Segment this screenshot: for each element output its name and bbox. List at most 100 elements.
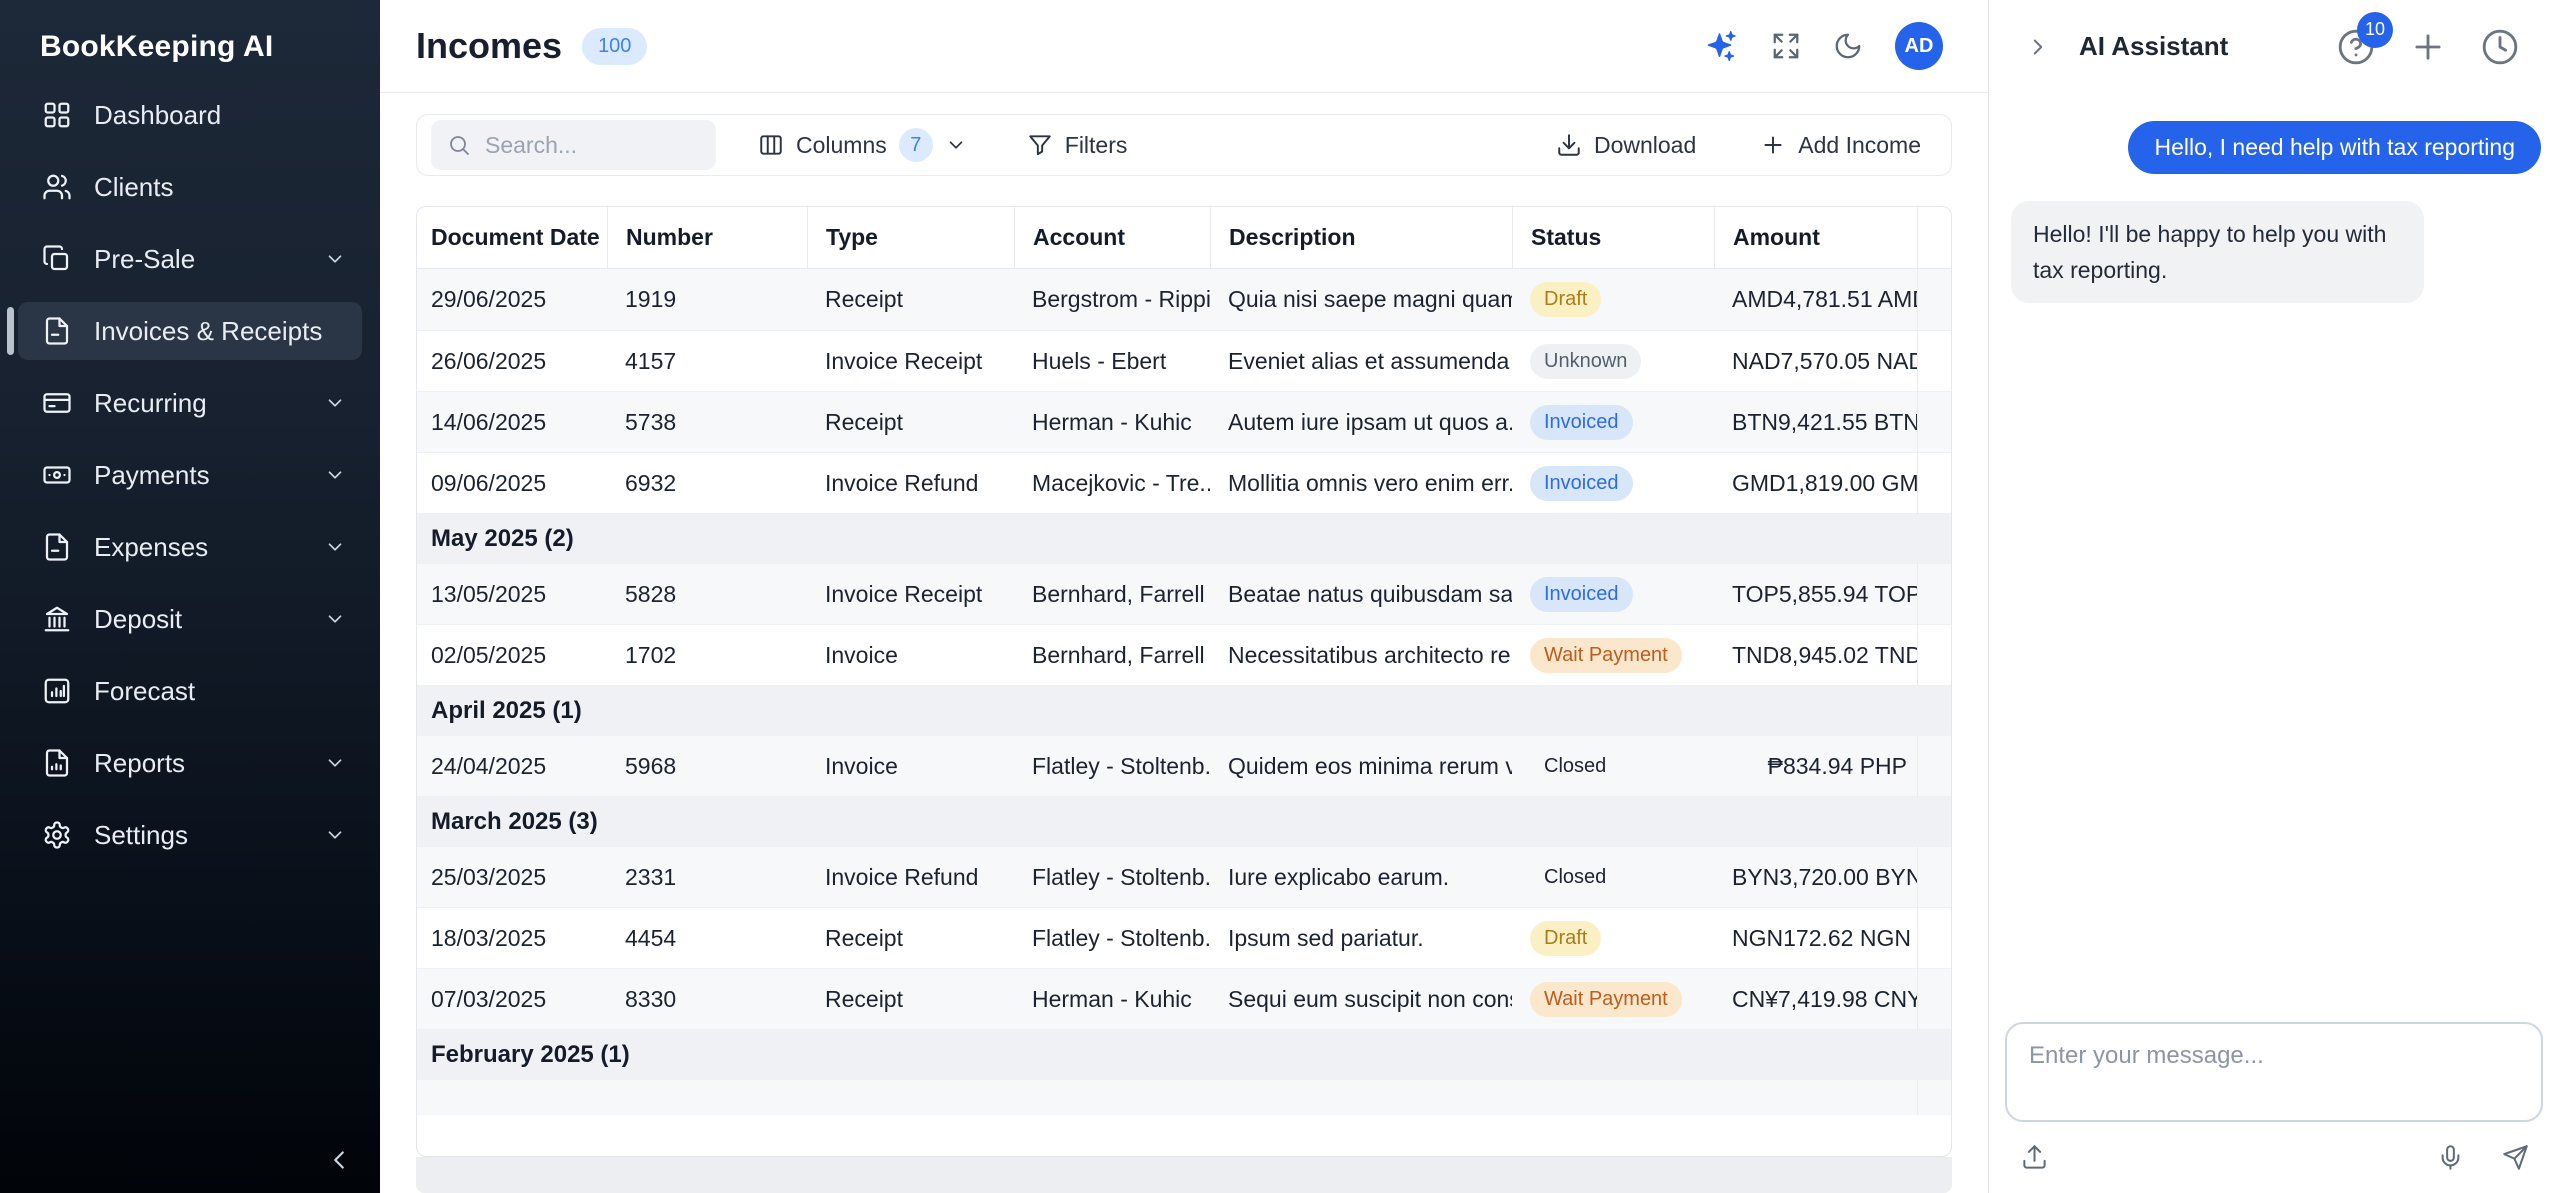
table-row[interactable]: 18/03/2025 4454 Receipt Flatley - Stolte… bbox=[417, 907, 1951, 968]
cell-type: Invoice Receipt bbox=[807, 581, 1014, 608]
column-header-description[interactable]: Description bbox=[1210, 207, 1512, 268]
table-row[interactable]: 09/06/2025 6932 Invoice Refund Macejkovi… bbox=[417, 452, 1951, 513]
cell-account: Macejkovic - Tre... bbox=[1014, 470, 1210, 497]
panel-collapse-button[interactable] bbox=[2025, 34, 2051, 60]
row-actions-button[interactable] bbox=[1917, 269, 1951, 330]
column-header-account[interactable]: Account bbox=[1014, 207, 1210, 268]
row-actions-button[interactable] bbox=[1917, 453, 1951, 514]
ai-sparkles-icon[interactable] bbox=[1703, 28, 1739, 64]
cell-document-date: 24/04/2025 bbox=[417, 753, 607, 780]
help-button[interactable]: 10 bbox=[2337, 28, 2375, 66]
table-row[interactable]: 13/05/2025 5828 Invoice Receipt Bernhard… bbox=[417, 563, 1951, 624]
sidebar-item-pre-sale[interactable]: Pre-Sale bbox=[18, 230, 362, 288]
column-header-document-date[interactable]: Document Date bbox=[417, 207, 607, 268]
send-message-button[interactable] bbox=[2502, 1144, 2529, 1171]
row-actions-button[interactable] bbox=[1917, 564, 1951, 625]
cell-account: Bernhard, Farrell ... bbox=[1014, 642, 1210, 669]
forecast-icon bbox=[42, 676, 72, 706]
column-header-type[interactable]: Type bbox=[807, 207, 1014, 268]
message-input-placeholder: Enter your message... bbox=[2029, 1042, 2264, 1069]
row-actions-button[interactable] bbox=[1917, 736, 1951, 797]
row-actions-button[interactable] bbox=[1917, 847, 1951, 908]
chevron-down-icon bbox=[324, 752, 346, 774]
dark-mode-moon-icon[interactable] bbox=[1833, 31, 1863, 61]
upload-attachment-button[interactable] bbox=[2021, 1144, 2048, 1171]
table-row[interactable]: 24/04/2025 5968 Invoice Flatley - Stolte… bbox=[417, 735, 1951, 796]
row-actions-button[interactable] bbox=[1917, 331, 1951, 392]
add-income-button[interactable]: Add Income bbox=[1760, 132, 1921, 159]
columns-button[interactable]: Columns 7 bbox=[758, 128, 967, 162]
payments-icon bbox=[42, 460, 72, 490]
column-header-status[interactable]: Status bbox=[1512, 207, 1714, 268]
table-row[interactable]: 29/06/2025 1919 Receipt Bergstrom - Ripp… bbox=[417, 269, 1951, 330]
filters-button[interactable]: Filters bbox=[1027, 132, 1128, 159]
sidebar-item-clients[interactable]: Clients bbox=[18, 158, 362, 216]
page-title: Incomes bbox=[416, 25, 562, 67]
cell-document-date: 07/03/2025 bbox=[417, 986, 607, 1013]
cell-number: 1919 bbox=[607, 286, 807, 313]
sidebar-item-label: Forecast bbox=[94, 676, 346, 707]
new-chat-button[interactable] bbox=[2409, 28, 2447, 66]
table-row[interactable]: 14/06/2025 5738 Receipt Herman - Kuhic A… bbox=[417, 391, 1951, 452]
reports-icon bbox=[42, 748, 72, 778]
table-row[interactable]: 26/06/2025 4157 Invoice Receipt Huels - … bbox=[417, 330, 1951, 391]
clients-icon bbox=[42, 172, 72, 202]
row-actions-button[interactable] bbox=[1917, 625, 1951, 686]
sidebar-item-payments[interactable]: Payments bbox=[18, 446, 362, 504]
sidebar-item-label: Clients bbox=[94, 172, 346, 203]
chevron-down-icon bbox=[324, 824, 346, 846]
avatar[interactable]: AD bbox=[1895, 22, 1943, 70]
header-actions: AD bbox=[1703, 22, 1943, 70]
fullscreen-icon[interactable] bbox=[1771, 31, 1801, 61]
sidebar-item-forecast[interactable]: Forecast bbox=[18, 662, 362, 720]
search-input[interactable]: Search... bbox=[431, 120, 716, 170]
download-icon bbox=[1556, 132, 1582, 158]
table-row[interactable]: 25/03/2025 2331 Invoice Refund Flatley -… bbox=[417, 846, 1951, 907]
cell-document-date: 02/05/2025 bbox=[417, 642, 607, 669]
sidebar-collapse-button[interactable] bbox=[324, 1145, 354, 1175]
sidebar-item-dashboard[interactable]: Dashboard bbox=[18, 86, 362, 144]
cell-account: Flatley - Stoltenb... bbox=[1014, 753, 1210, 780]
ai-assistant-panel: AI Assistant 10 Hello, I need help with … bbox=[1988, 0, 2559, 1193]
table-row[interactable]: 02/05/2025 1702 Invoice Bernhard, Farrel… bbox=[417, 624, 1951, 685]
app-brand: BookKeeping AI bbox=[0, 0, 380, 64]
chevron-down-icon bbox=[324, 392, 346, 414]
row-actions-button[interactable] bbox=[1917, 969, 1951, 1030]
history-button[interactable] bbox=[2481, 28, 2519, 66]
voice-input-button[interactable] bbox=[2437, 1144, 2464, 1171]
sidebar-item-invoices-receipts[interactable]: Invoices & Receipts bbox=[18, 302, 362, 360]
cell-type: Receipt bbox=[807, 409, 1014, 436]
cell-description: Quia nisi saepe magni quam... bbox=[1210, 286, 1512, 313]
cell-number: 5828 bbox=[607, 581, 807, 608]
cell-account: Huels - Ebert bbox=[1014, 348, 1210, 375]
filters-label: Filters bbox=[1065, 132, 1128, 159]
group-header-label: March 2025 (3) bbox=[431, 808, 598, 836]
sidebar-item-reports[interactable]: Reports bbox=[18, 734, 362, 792]
table-row-partial[interactable] bbox=[417, 1079, 1951, 1115]
group-header-label: February 2025 (1) bbox=[431, 1041, 630, 1069]
column-header-number[interactable]: Number bbox=[607, 207, 807, 268]
cell-type: Invoice Receipt bbox=[807, 348, 1014, 375]
cell-document-date: 29/06/2025 bbox=[417, 286, 607, 313]
sidebar-item-recurring[interactable]: Recurring bbox=[18, 374, 362, 432]
table-row[interactable]: 07/03/2025 8330 Receipt Herman - Kuhic S… bbox=[417, 968, 1951, 1029]
sidebar-item-deposit[interactable]: Deposit bbox=[18, 590, 362, 648]
clock-icon bbox=[2481, 28, 2519, 66]
cell-type: Invoice bbox=[807, 642, 1014, 669]
cell-type: Invoice Refund bbox=[807, 864, 1014, 891]
cell-number: 4454 bbox=[607, 925, 807, 952]
cell-account: Flatley - Stoltenb... bbox=[1014, 864, 1210, 891]
sidebar-item-expenses[interactable]: Expenses bbox=[18, 518, 362, 576]
plus-icon bbox=[1760, 132, 1786, 158]
cell-account: Flatley - Stoltenb... bbox=[1014, 925, 1210, 952]
cell-amount: AMD4,781.51 AMD bbox=[1714, 286, 1917, 313]
download-button[interactable]: Download bbox=[1556, 132, 1696, 159]
row-actions-button[interactable] bbox=[1917, 908, 1951, 969]
cell-number: 2331 bbox=[607, 864, 807, 891]
row-actions-button[interactable] bbox=[1917, 392, 1951, 453]
main-header: Incomes 100 AD bbox=[380, 0, 1988, 93]
message-input[interactable]: Enter your message... bbox=[2005, 1022, 2543, 1122]
column-header-amount[interactable]: Amount bbox=[1714, 207, 1917, 268]
cell-amount: CN¥7,419.98 CNY bbox=[1714, 986, 1917, 1013]
sidebar-item-settings[interactable]: Settings bbox=[18, 806, 362, 864]
